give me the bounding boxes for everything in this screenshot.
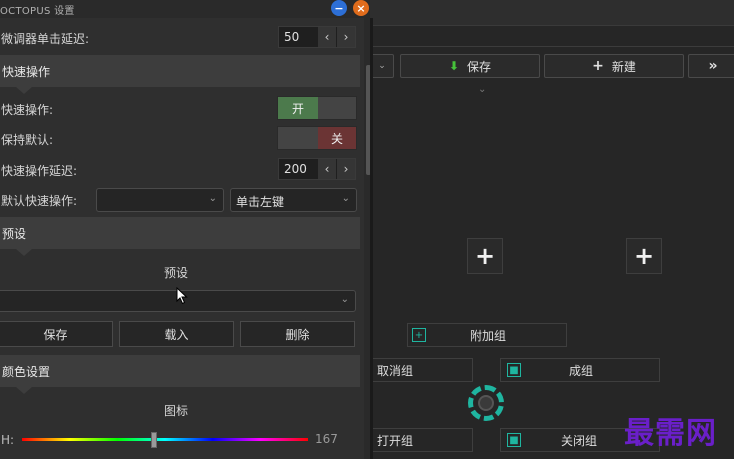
new-toolbar-label: 新建 xyxy=(611,59,636,74)
window-title: OCTOPUS 设置 xyxy=(0,6,75,17)
make-group-label: 成组 xyxy=(569,363,594,378)
presets-section-header[interactable]: 预设 xyxy=(0,217,360,256)
hue-value: 167 xyxy=(315,432,338,446)
minimize-button[interactable]: − xyxy=(331,0,347,16)
new-toolbar-button[interactable]: + 新建 xyxy=(544,54,684,78)
joystick-center xyxy=(478,395,494,411)
fine-tune-value: 50 xyxy=(284,30,300,44)
add-slot-button-2[interactable]: + xyxy=(626,238,662,274)
default-action-select[interactable]: 单击左键 ⌄ xyxy=(230,188,357,212)
default-quick-op-label: 默认快速操作: xyxy=(1,194,78,208)
presets-heading: 预设 xyxy=(164,266,189,280)
default-action-value: 单击左键 xyxy=(236,195,285,209)
decrement-button[interactable]: ‹ xyxy=(318,159,336,179)
plus-icon: + xyxy=(633,242,655,270)
download-arrow-icon: ⬇ xyxy=(448,59,460,73)
default-quick-op-select[interactable]: ⌄ xyxy=(96,188,224,212)
chevron-down-icon: ⌄ xyxy=(341,193,350,204)
close-button[interactable]: × xyxy=(353,0,369,16)
hue-label: H: xyxy=(1,433,15,447)
keep-default-toggle[interactable]: 关 xyxy=(277,126,357,150)
quick-ops-toggle[interactable]: 开 xyxy=(277,96,357,120)
hue-slider-track[interactable] xyxy=(22,438,308,441)
quick-ops-delay-stepper[interactable]: 200 ‹ › xyxy=(278,158,356,180)
add-group-label: 附加组 xyxy=(470,328,507,343)
quick-ops-enable-label: 快速操作: xyxy=(1,103,54,117)
watermark-text: 最需网 xyxy=(624,416,717,451)
save-toolbar-label: 保存 xyxy=(467,59,492,74)
hue-slider-handle[interactable] xyxy=(150,432,157,448)
preset-delete-label: 删除 xyxy=(285,327,310,342)
title-bar: OCTOPUS 设置 − × xyxy=(0,0,370,18)
section-notch xyxy=(16,249,32,256)
add-group-button[interactable]: + 附加组 xyxy=(407,323,567,347)
preset-delete-button[interactable]: 删除 xyxy=(240,321,355,347)
mouse-cursor-icon xyxy=(176,287,188,305)
quick-ops-delay-value: 200 xyxy=(284,162,307,176)
plus-icon: + xyxy=(592,58,604,74)
dropdown-button[interactable]: ⌄ xyxy=(370,54,394,78)
main-workspace: ⌄ ⬇ 保存 + 新建 » ⌄ + + + 附加组 取消组 ■ 成组 打开组 ■… xyxy=(370,0,734,459)
settings-panel: OCTOPUS 设置 − × 微调器单击延迟: 50 ‹ › 快速操作 快速操作… xyxy=(0,0,372,459)
quick-ops-section-header[interactable]: 快速操作 xyxy=(0,55,360,94)
open-group-button[interactable]: 打开组 xyxy=(370,428,473,452)
toggle-off-state: 关 xyxy=(318,127,356,149)
chevron-down-icon: ⌄ xyxy=(340,294,349,305)
minimize-icon: − xyxy=(334,1,344,15)
joystick-ring-icon[interactable] xyxy=(468,385,504,421)
preset-load-label: 载入 xyxy=(164,327,189,342)
double-chevron-icon: » xyxy=(708,58,718,74)
close-icon: × xyxy=(356,1,366,15)
open-group-label: 打开组 xyxy=(377,433,414,448)
presets-title: 预设 xyxy=(2,227,27,241)
cancel-group-label: 取消组 xyxy=(377,363,414,378)
toggle-knob xyxy=(278,127,318,149)
panel-divider xyxy=(370,18,373,459)
color-settings-title: 颜色设置 xyxy=(2,365,51,379)
toggle-knob xyxy=(318,97,356,119)
chevron-down-icon: ⌄ xyxy=(378,61,386,71)
section-notch xyxy=(16,387,32,394)
color-section-header[interactable]: 颜色设置 xyxy=(0,355,360,394)
section-notch xyxy=(16,87,32,94)
save-toolbar-button[interactable]: ⬇ 保存 xyxy=(400,54,540,78)
add-group-icon: + xyxy=(412,328,426,342)
quick-ops-title: 快速操作 xyxy=(2,65,51,79)
increment-button[interactable]: › xyxy=(337,159,355,179)
make-group-button[interactable]: ■ 成组 xyxy=(500,358,660,382)
preset-load-button[interactable]: 载入 xyxy=(119,321,234,347)
quick-ops-delay-label: 快速操作延迟: xyxy=(1,164,78,178)
close-group-icon: ■ xyxy=(507,433,521,447)
keep-default-label: 保持默认: xyxy=(1,133,54,147)
more-toolbar-button[interactable]: » xyxy=(688,54,734,78)
chevron-down-icon: ⌄ xyxy=(208,193,217,204)
cancel-group-button[interactable]: 取消组 xyxy=(370,358,473,382)
plus-icon: + xyxy=(474,242,496,270)
expand-chevron-icon[interactable]: ⌄ xyxy=(478,84,486,95)
group-icon: ■ xyxy=(507,363,521,377)
decrement-button[interactable]: ‹ xyxy=(318,27,336,47)
icon-color-heading: 图标 xyxy=(164,404,189,418)
fine-tune-stepper[interactable]: 50 ‹ › xyxy=(278,26,356,48)
toggle-on-state: 开 xyxy=(278,97,318,119)
close-group-label: 关闭组 xyxy=(561,433,598,448)
increment-button[interactable]: › xyxy=(337,27,355,47)
fine-tune-label: 微调器单击延迟: xyxy=(1,32,90,46)
toolbar-divider xyxy=(370,46,734,47)
app-top-bar xyxy=(370,0,734,26)
add-slot-button[interactable]: + xyxy=(467,238,503,274)
preset-save-label: 保存 xyxy=(43,327,68,342)
preset-save-button[interactable]: 保存 xyxy=(0,321,113,347)
